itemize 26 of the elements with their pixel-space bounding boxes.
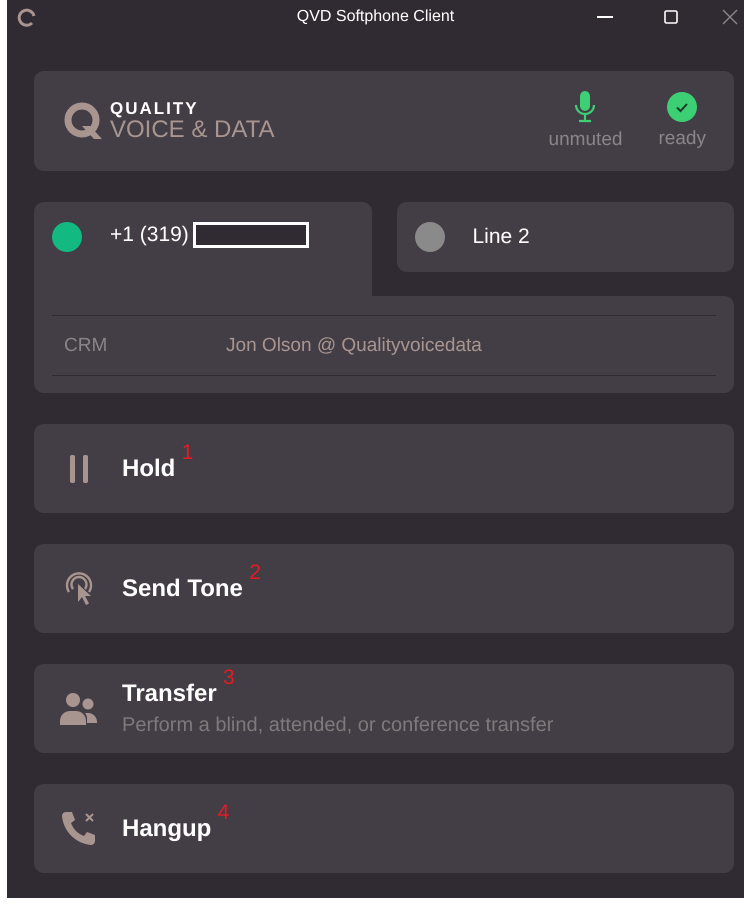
people-icon bbox=[60, 692, 98, 726]
detail-label: CRM bbox=[64, 334, 108, 356]
annotation-number: 4 bbox=[218, 800, 230, 824]
action-button[interactable]: Send Tone 2 bbox=[34, 544, 734, 633]
status-label: unmuted bbox=[548, 129, 622, 151]
status-label: ready bbox=[658, 128, 706, 150]
annotation-number: 1 bbox=[182, 440, 194, 464]
action-button[interactable]: Hold 1 bbox=[34, 424, 734, 513]
q-logo-icon bbox=[64, 102, 104, 140]
pause-icon bbox=[68, 454, 90, 482]
window-title: QVD Softphone Client bbox=[296, 8, 454, 26]
maximize-icon bbox=[664, 10, 678, 24]
annotation-number: 3 bbox=[223, 666, 235, 690]
close-icon bbox=[722, 9, 738, 25]
line-tab[interactable]: +1 (319) bbox=[34, 202, 372, 296]
logo-subtext: VOICE & DATA bbox=[110, 118, 274, 142]
tap-signal-icon bbox=[63, 570, 95, 608]
logo-text: QUALITY bbox=[110, 100, 200, 118]
action-button[interactable]: Hangup 4 bbox=[34, 784, 734, 873]
line-tab[interactable]: Line 2 bbox=[396, 202, 734, 272]
annotation-number: 2 bbox=[249, 560, 261, 584]
detail-value: Jon Olson @ Qualityvoicedata bbox=[226, 334, 482, 356]
minimize-icon bbox=[597, 16, 613, 18]
phone-hangup-icon bbox=[60, 810, 98, 848]
action-button[interactable]: Transfer 3 Perform a blind, attended, or conference transfer bbox=[34, 664, 734, 753]
app-logo-icon bbox=[17, 8, 37, 28]
